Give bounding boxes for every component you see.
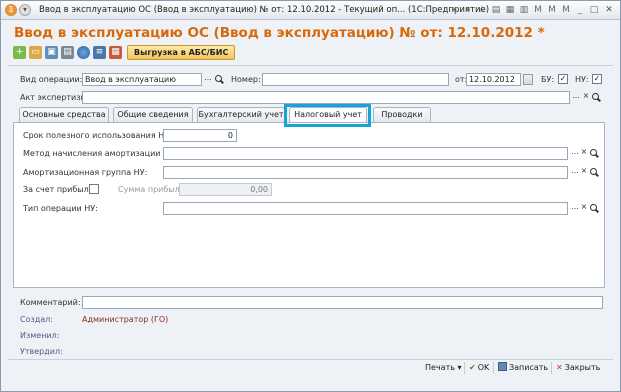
calendar-icon[interactable]: ▦ [504, 4, 516, 16]
operation-field[interactable]: Ввод в эксплуатацию [82, 73, 202, 86]
close-button[interactable]: ✕ Закрыть [556, 361, 600, 375]
copy-icon[interactable]: ▣ [45, 46, 58, 59]
tab-general-info[interactable]: Общие сведения [113, 107, 193, 122]
memory-mminus-icon[interactable]: M [560, 4, 572, 16]
memory-m-icon[interactable]: M [532, 4, 544, 16]
title-bar: 1 ▾ Ввод в эксплуатацию ОС (Ввод в эксплу… [1, 1, 620, 20]
forward-icon[interactable]: ▸ [462, 4, 474, 16]
ok-button[interactable]: ✔ OK [469, 361, 489, 375]
approved-label: Утвердил: [20, 347, 63, 356]
useful-life-field[interactable]: 0 [163, 129, 237, 142]
depreciation-method-field[interactable] [163, 147, 568, 160]
depreciation-method-search-icon[interactable] [589, 147, 599, 160]
close-window-icon[interactable]: ✕ [602, 4, 616, 16]
expertise-clear-button[interactable]: × [581, 91, 591, 104]
bu-checkbox[interactable]: ✓ [558, 74, 568, 84]
changed-label: Изменил: [20, 331, 60, 340]
nu-label: НУ: [575, 75, 589, 84]
nu-checkbox[interactable]: ✓ [592, 74, 602, 84]
post-document-icon[interactable]: + [13, 46, 26, 59]
globe-icon[interactable] [77, 46, 90, 59]
calculator-icon[interactable]: ▥ [518, 4, 530, 16]
operation-label: Вид операции: [20, 75, 83, 84]
operation-select-button[interactable]: ... [203, 73, 213, 86]
toolbar: +▭▣▤≡▦⇅ [13, 46, 141, 62]
expertise-label: Акт экспертизы: [20, 93, 90, 102]
depreciation-group-label: Амортизационная группа НУ: [23, 168, 148, 177]
footer-divider [8, 359, 613, 360]
back-icon[interactable]: ◂ [448, 4, 460, 16]
depreciation-group-clear-button[interactable]: × [579, 166, 589, 179]
number-field[interactable] [262, 73, 449, 86]
depreciation-method-clear-button[interactable]: × [579, 147, 589, 160]
window-menu-icon[interactable]: ▾ [19, 4, 31, 16]
depreciation-group-search-icon[interactable] [589, 166, 599, 179]
save-button[interactable]: Записать [498, 361, 548, 375]
memory-mplus-icon[interactable]: M [546, 4, 558, 16]
comment-field[interactable] [82, 296, 603, 309]
print-icon[interactable]: ▤ [490, 4, 502, 16]
structure-icon[interactable]: ▤ [61, 46, 74, 59]
operation-search-icon[interactable] [214, 73, 224, 86]
useful-life-label: Срок полезного использования НУ: [23, 131, 172, 140]
chevron-down-icon: ▾ [457, 363, 462, 372]
tab-postings[interactable]: Проводки [373, 107, 431, 122]
maximize-icon[interactable]: □ [588, 4, 600, 16]
calendar-picker-icon[interactable] [523, 74, 533, 85]
document-window: 1 ▾ Ввод в эксплуатацию ОС (Ввод в эксплу… [0, 0, 621, 392]
print-label: Печать [425, 363, 455, 372]
close-label: Закрыть [564, 363, 601, 372]
operation-type-label: Тип операции НУ: [23, 204, 98, 213]
number-label: Номер: [231, 75, 261, 84]
created-user: Администратор (ГО) [82, 315, 169, 324]
toolbar-separator [464, 362, 465, 374]
tab-accounting[interactable]: Бухгалтерский учет [197, 107, 285, 122]
minimize-icon[interactable]: _ [574, 4, 586, 16]
divider [8, 65, 613, 66]
profit-sum-field: 0,00 [179, 183, 272, 196]
from-profit-label: За счет прибыли: [23, 185, 97, 194]
close-icon: ✕ [556, 363, 563, 372]
date-field[interactable]: 12.10.2012 [466, 73, 521, 86]
unpost-document-icon[interactable]: ▭ [29, 46, 42, 59]
favorite-star-icon[interactable]: ☆ [476, 4, 488, 16]
created-label: Создал: [20, 315, 53, 324]
from-profit-checkbox[interactable] [89, 184, 99, 194]
ok-label: OK [477, 363, 490, 372]
window-title: Ввод в эксплуатацию ОС (Ввод в эксплуата… [39, 5, 490, 15]
depreciation-group-field[interactable] [163, 166, 568, 179]
expertise-search-icon[interactable] [591, 91, 601, 104]
movements-icon[interactable]: ▦ [109, 46, 122, 59]
bu-label: БУ: [541, 75, 555, 84]
comment-label: Комментарий: [20, 298, 81, 307]
save-label: Записать [509, 363, 549, 372]
save-icon [498, 362, 507, 371]
print-button[interactable]: Печать ▾ [425, 361, 462, 375]
toolbar-separator [551, 362, 552, 374]
active-tab-highlight [284, 104, 371, 127]
checkmark-icon: ✔ [469, 363, 476, 372]
expertise-field[interactable] [82, 91, 570, 104]
page-title: Ввод в эксплуатацию ОС (Ввод в эксплуата… [14, 25, 545, 41]
expertise-select-button[interactable]: ... [571, 91, 581, 104]
profit-sum-label: Сумма прибыли: [118, 185, 188, 194]
export-button[interactable]: Выгрузка в АБС/БИС [127, 45, 236, 60]
app-logo-icon: 1 [5, 4, 17, 16]
report-icon[interactable]: ≡ [93, 46, 106, 59]
depreciation-method-label: Метод начисления амортизации НУ: [23, 149, 177, 158]
operation-type-search-icon[interactable] [589, 202, 599, 215]
operation-type-clear-button[interactable]: × [579, 202, 589, 215]
toolbar-separator [493, 362, 494, 374]
operation-type-field[interactable] [163, 202, 568, 215]
tab-main-assets[interactable]: Основные средства [19, 107, 109, 122]
